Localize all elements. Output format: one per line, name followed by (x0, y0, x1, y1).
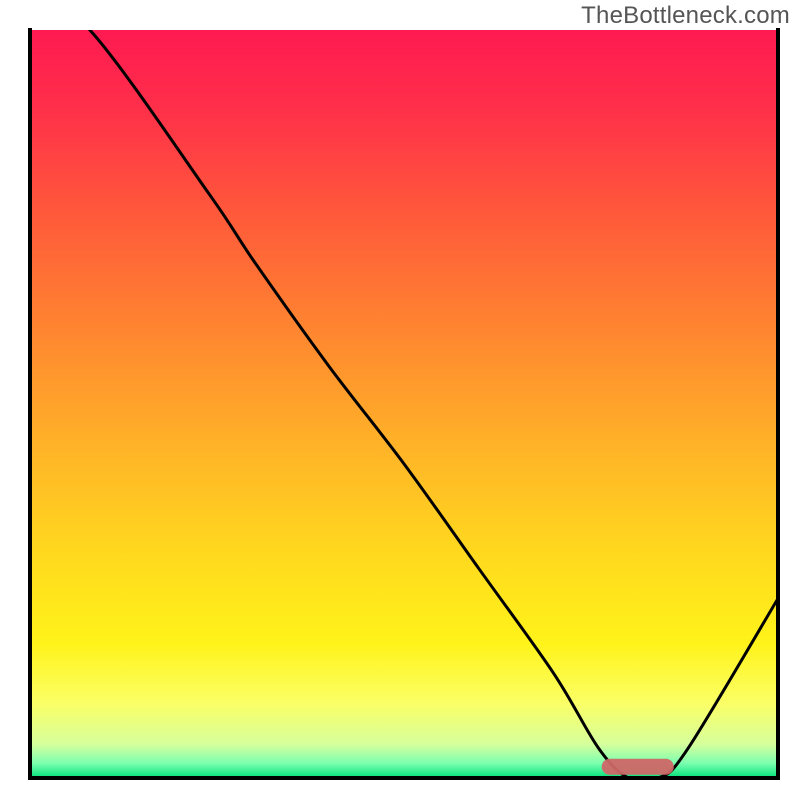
bottleneck-chart (0, 0, 800, 800)
gradient-background (30, 30, 778, 778)
watermark-text: TheBottleneck.com (581, 2, 790, 30)
chart-container: { "watermark": "TheBottleneck.com", "cha… (0, 0, 800, 800)
